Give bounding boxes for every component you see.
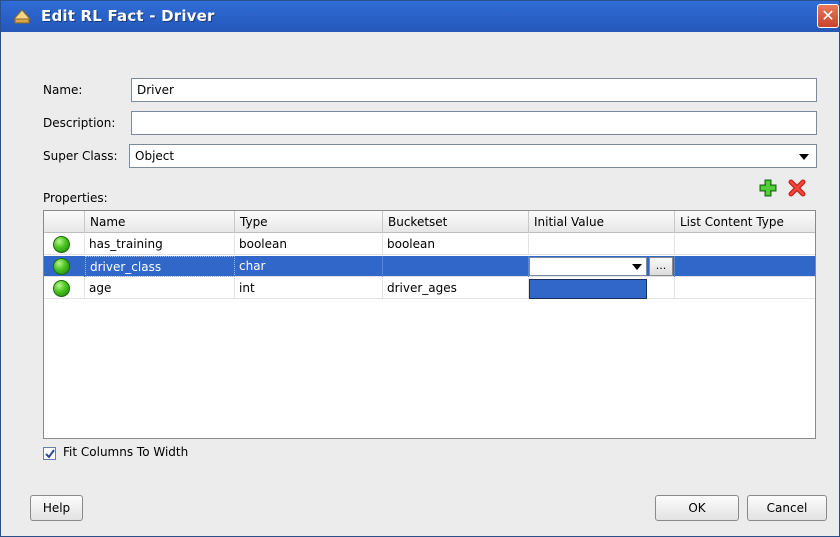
- cell-initial-value-editor[interactable]: ...: [529, 256, 675, 277]
- cell-type[interactable]: char: [235, 256, 383, 277]
- status-cell: [44, 278, 85, 299]
- help-button[interactable]: Help: [30, 495, 83, 521]
- cell-list-content-type[interactable]: [675, 234, 815, 255]
- description-label: Description:: [43, 116, 116, 130]
- properties-table: Name Type Bucketset Initial Value List C…: [43, 210, 816, 439]
- cell-type[interactable]: int: [235, 278, 383, 299]
- close-button[interactable]: ✕: [817, 4, 839, 28]
- column-header-bucketset[interactable]: Bucketset: [383, 211, 529, 233]
- column-header-list-content-type[interactable]: List Content Type: [675, 211, 815, 233]
- delete-property-button[interactable]: [787, 178, 807, 198]
- cell-bucketset[interactable]: driver_ages: [383, 278, 529, 299]
- cell-bucketset[interactable]: boolean: [383, 234, 529, 255]
- title-bar[interactable]: Edit RL Fact - Driver ✕: [1, 1, 839, 32]
- dialog-content: Name: Driver Description: Super Class: O…: [31, 63, 827, 475]
- fit-columns-label[interactable]: Fit Columns To Width: [63, 445, 188, 459]
- cell-initial-value[interactable]: [529, 278, 675, 299]
- fit-columns-checkbox[interactable]: [43, 447, 56, 460]
- name-field[interactable]: Driver: [131, 78, 817, 102]
- delete-x-icon: [788, 179, 806, 197]
- status-cell: [44, 234, 85, 255]
- status-cell: [44, 256, 85, 277]
- cell-name[interactable]: has_training: [85, 234, 235, 255]
- table-row[interactable]: has_training boolean boolean: [44, 234, 815, 255]
- properties-label: Properties:: [43, 191, 108, 205]
- superclass-value: Object: [135, 149, 175, 163]
- superclass-label: Super Class:: [43, 149, 118, 163]
- cell-list-content-type[interactable]: [675, 278, 815, 299]
- ok-button[interactable]: OK: [655, 495, 739, 521]
- ellipsis-button[interactable]: ...: [649, 257, 673, 276]
- green-status-icon: [53, 280, 70, 297]
- cell-list-content-type[interactable]: [675, 256, 815, 277]
- name-label: Name:: [43, 83, 83, 97]
- cell-initial-value[interactable]: [529, 234, 675, 255]
- column-header-status: [44, 211, 85, 233]
- chevron-down-icon[interactable]: [799, 154, 809, 160]
- cell-bucketset[interactable]: [383, 256, 529, 277]
- initial-value-highlight[interactable]: [529, 279, 647, 299]
- column-header-initial-value[interactable]: Initial Value: [529, 211, 675, 233]
- table-row-selected[interactable]: driver_class char ...: [44, 256, 815, 277]
- cell-name[interactable]: age: [85, 278, 235, 299]
- plus-icon: [759, 179, 777, 197]
- fact-icon: [12, 7, 32, 25]
- close-icon: ✕: [821, 6, 835, 25]
- initial-value-combo[interactable]: [529, 257, 647, 276]
- cell-type[interactable]: boolean: [235, 234, 383, 255]
- edit-rl-fact-dialog: Edit RL Fact - Driver ✕ Name: Driver Des…: [0, 0, 840, 537]
- description-field[interactable]: [131, 111, 817, 135]
- add-property-button[interactable]: [758, 178, 778, 198]
- green-status-icon: [53, 236, 70, 253]
- checkmark-icon: [45, 449, 55, 459]
- dialog-title: Edit RL Fact - Driver: [41, 7, 215, 25]
- chevron-down-icon[interactable]: [632, 264, 642, 270]
- superclass-combo[interactable]: Object: [129, 144, 817, 168]
- table-row[interactable]: age int driver_ages: [44, 278, 815, 299]
- column-header-name[interactable]: Name: [85, 211, 235, 233]
- green-status-icon: [53, 258, 70, 275]
- column-header-type[interactable]: Type: [235, 211, 383, 233]
- cell-name[interactable]: driver_class: [85, 256, 235, 277]
- cancel-button[interactable]: Cancel: [747, 495, 827, 521]
